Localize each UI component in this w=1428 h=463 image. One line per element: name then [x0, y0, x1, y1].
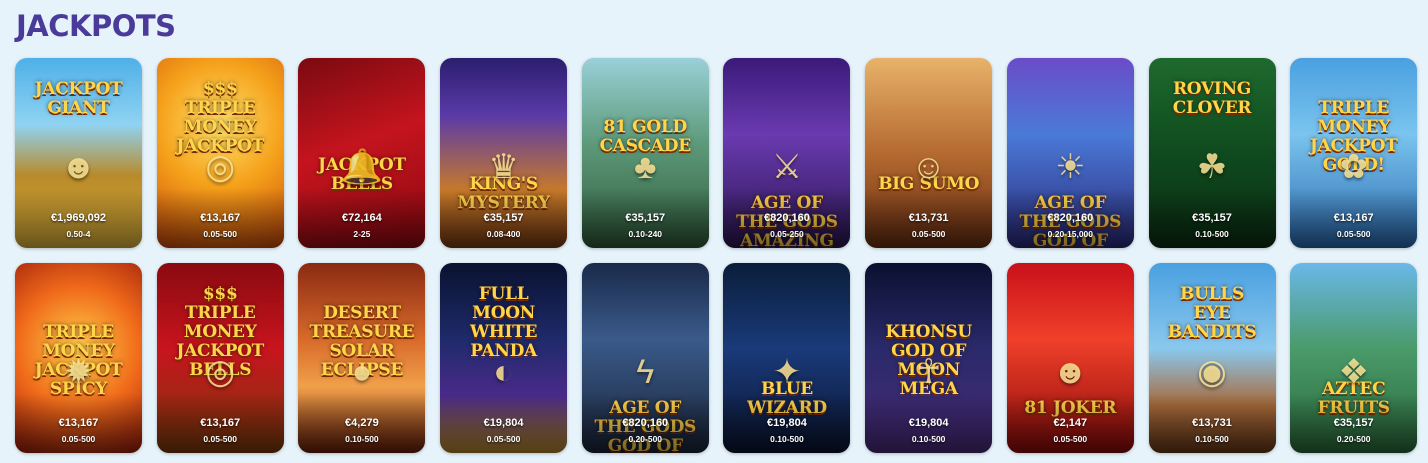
game-artwork-icon: ✿ [1339, 148, 1368, 186]
game-tile-joker-hot-reels[interactable]: 81 Joker☻€2,1470.05-500 [1006, 263, 1134, 453]
game-tile-triple-money-jackpot-spicy[interactable]: Triple Money Jackpot Spicy ✹ €13,167 0.05-5… [15, 263, 142, 453]
game-tile-age-of-gods-amazing-wild[interactable]: Age of the Gods Amazing Wild⚔€820,1600.0… [723, 58, 851, 248]
game-tile-big-sumo[interactable]: Big Sumo ☺ €13,731 0.05-500 [865, 58, 993, 248]
jackpot-amount: €4,279 [345, 417, 379, 429]
jackpot-amount: €13,731 [908, 212, 949, 224]
jackpot-amount: €13,167 [200, 417, 241, 429]
jackpot-games-grid: Jackpot Giant ☻ €1,969,092 0.50-4 $$$ Triple… [15, 58, 1418, 453]
game-artwork-icon: ❖ [1338, 353, 1369, 391]
jackpot-amount: €13,167 [200, 212, 241, 224]
game-tile-age-of-gods-god-of-storms[interactable]: Age of the Gods God of Stormsϟ€820,1600.… [581, 263, 709, 453]
game-artwork-icon: 🔔 [340, 148, 384, 186]
game-logo-art: Roving Clover [1172, 79, 1252, 118]
game-artwork-icon: ☺ [911, 148, 946, 186]
game-tile-khonsu-god-of-moon[interactable]: Khonsu God of Moon Mega ☥ €19,804 0.10-500 [865, 263, 993, 453]
game-artwork-icon: ✦ [772, 353, 802, 391]
game-tile-blue-wizard[interactable]: Blue Wizard✦€19,8040.10-500 [723, 263, 851, 453]
jackpot-amount: €1,969,092 [50, 212, 107, 224]
game-artwork-icon: ☻ [1052, 353, 1089, 391]
bet-range: 0.20-500 [628, 434, 663, 444]
jackpot-amount: €820,160 [622, 417, 669, 429]
game-tile-bulls-eye-bandits[interactable]: Bulls Eye Bandits ◉ €13,731 0.10-500 [1148, 263, 1276, 453]
game-artwork-icon: ◐ [493, 353, 514, 391]
game-artwork-icon: ☻ [60, 148, 97, 186]
bet-range: 0.05-500 [203, 229, 237, 239]
bet-range: 0.05-500 [203, 434, 237, 444]
bet-range: 0.20-15,000 [1047, 229, 1093, 239]
jackpot-amount: €13,167 [1333, 212, 1374, 224]
bet-range: 0.10-500 [770, 434, 804, 444]
game-artwork-icon: ϟ [636, 353, 655, 391]
jackpot-amount: €19,804 [483, 417, 524, 429]
game-artwork-icon: ◉ [1197, 353, 1227, 391]
bet-range: 0.10-500 [345, 434, 379, 444]
jackpot-amount: €35,157 [1192, 212, 1232, 224]
bet-range: 0.10-240 [628, 229, 663, 239]
jackpot-amount: €13,731 [1192, 417, 1232, 429]
jackpot-amount: €13,167 [58, 417, 99, 429]
game-tile-roving-clover[interactable]: Roving Clover ☘ €35,157 0.10-500 [1148, 58, 1276, 248]
bet-range: 0.10-500 [1195, 229, 1229, 239]
jackpot-amount: €35,157 [483, 212, 524, 224]
jackpot-amount: €19,804 [908, 417, 949, 429]
bet-range: 2-25 [353, 229, 371, 239]
game-logo-art: 81 Gold Cascade [599, 117, 692, 156]
game-artwork-icon: ☘ [1196, 148, 1228, 186]
game-artwork-icon: ● [351, 353, 373, 391]
bet-range: 0.20-500 [1336, 434, 1371, 444]
bet-range: 0.05-500 [911, 229, 946, 239]
bet-range: 0.10-500 [1195, 434, 1229, 444]
bet-range: 0.05-500 [1336, 229, 1371, 239]
game-tile-triple-money-jackpot-bells[interactable]: $$$ Triple Money Jackpot Bells ◎ €13,167 0.… [156, 263, 284, 453]
game-artwork-icon: ☀ [1055, 148, 1086, 186]
game-logo-art: Full Moon White Panda [469, 284, 538, 361]
jackpot-amount: €35,157 [1333, 417, 1374, 429]
game-tile-81-gold-cascade[interactable]: 81 Gold Cascade ♣ €35,157 0.10-240 [581, 58, 709, 248]
game-tile-aztec-fruits[interactable]: Aztec Fruits❖€35,1570.20-500 [1290, 263, 1418, 453]
bet-range: 0.05-250 [770, 229, 804, 239]
game-artwork-icon: ◎ [205, 148, 236, 186]
jackpot-amount: €820,160 [1047, 212, 1094, 224]
game-artwork-icon: ✹ [64, 353, 93, 391]
game-tile-jackpot-bells[interactable]: Jackpot Bells 🔔 €72,164 2-25 [298, 58, 426, 248]
game-tile-kings-mystery[interactable]: King's Mystery♛€35,1570.08-400 [440, 58, 568, 248]
jackpot-amount: €19,804 [767, 417, 807, 429]
game-tile-triple-money-jackpot-gold[interactable]: Triple Money Jackpot Gold! ✿ €13,167 0.05-5… [1290, 58, 1418, 248]
jackpot-amount: €820,160 [763, 212, 810, 224]
bet-range: 0.10-500 [911, 434, 946, 444]
game-tile-desert-treasure-solar-eclipse[interactable]: Desert Treasure Solar Eclipse ● €4,279 0.10… [298, 263, 426, 453]
bet-range: 0.05-500 [61, 434, 96, 444]
game-artwork-icon: ♛ [488, 148, 519, 186]
game-logo-art: $$$ Triple Money Jackpot [176, 79, 265, 156]
jackpot-amount: €35,157 [625, 212, 666, 224]
game-tile-full-moon-white-panda[interactable]: Full Moon White Panda ◐ €19,804 0.05-500 [440, 263, 568, 453]
game-logo-art: Jackpot Giant [34, 79, 123, 118]
section-title: JACKPOTS [16, 9, 176, 43]
bet-range: 0.05-500 [486, 434, 521, 444]
game-artwork-icon: ♣ [634, 148, 657, 186]
game-artwork-icon: ◎ [205, 353, 236, 391]
game-tile-jackpot-giant[interactable]: Jackpot Giant ☻ €1,969,092 0.50-4 [15, 58, 142, 248]
bet-range: 0.05-500 [1053, 434, 1088, 444]
jackpot-amount: €2,147 [1053, 417, 1088, 429]
game-artwork-icon: ⚔ [771, 148, 803, 186]
bet-range: 0.50-4 [66, 229, 91, 239]
game-artwork-icon: ☥ [915, 353, 942, 391]
game-tile-triple-money-jackpot[interactable]: $$$ Triple Money Jackpot ◎ €13,167 0.05-500 [156, 58, 284, 248]
bet-range: 0.08-400 [486, 229, 521, 239]
game-tile-age-of-gods-god-of-gold[interactable]: Age of the Gods God of Gold☀€820,1600.20… [1006, 58, 1134, 248]
jackpot-amount: €72,164 [341, 212, 382, 224]
game-logo-art: Bulls Eye Bandits [1167, 284, 1257, 342]
